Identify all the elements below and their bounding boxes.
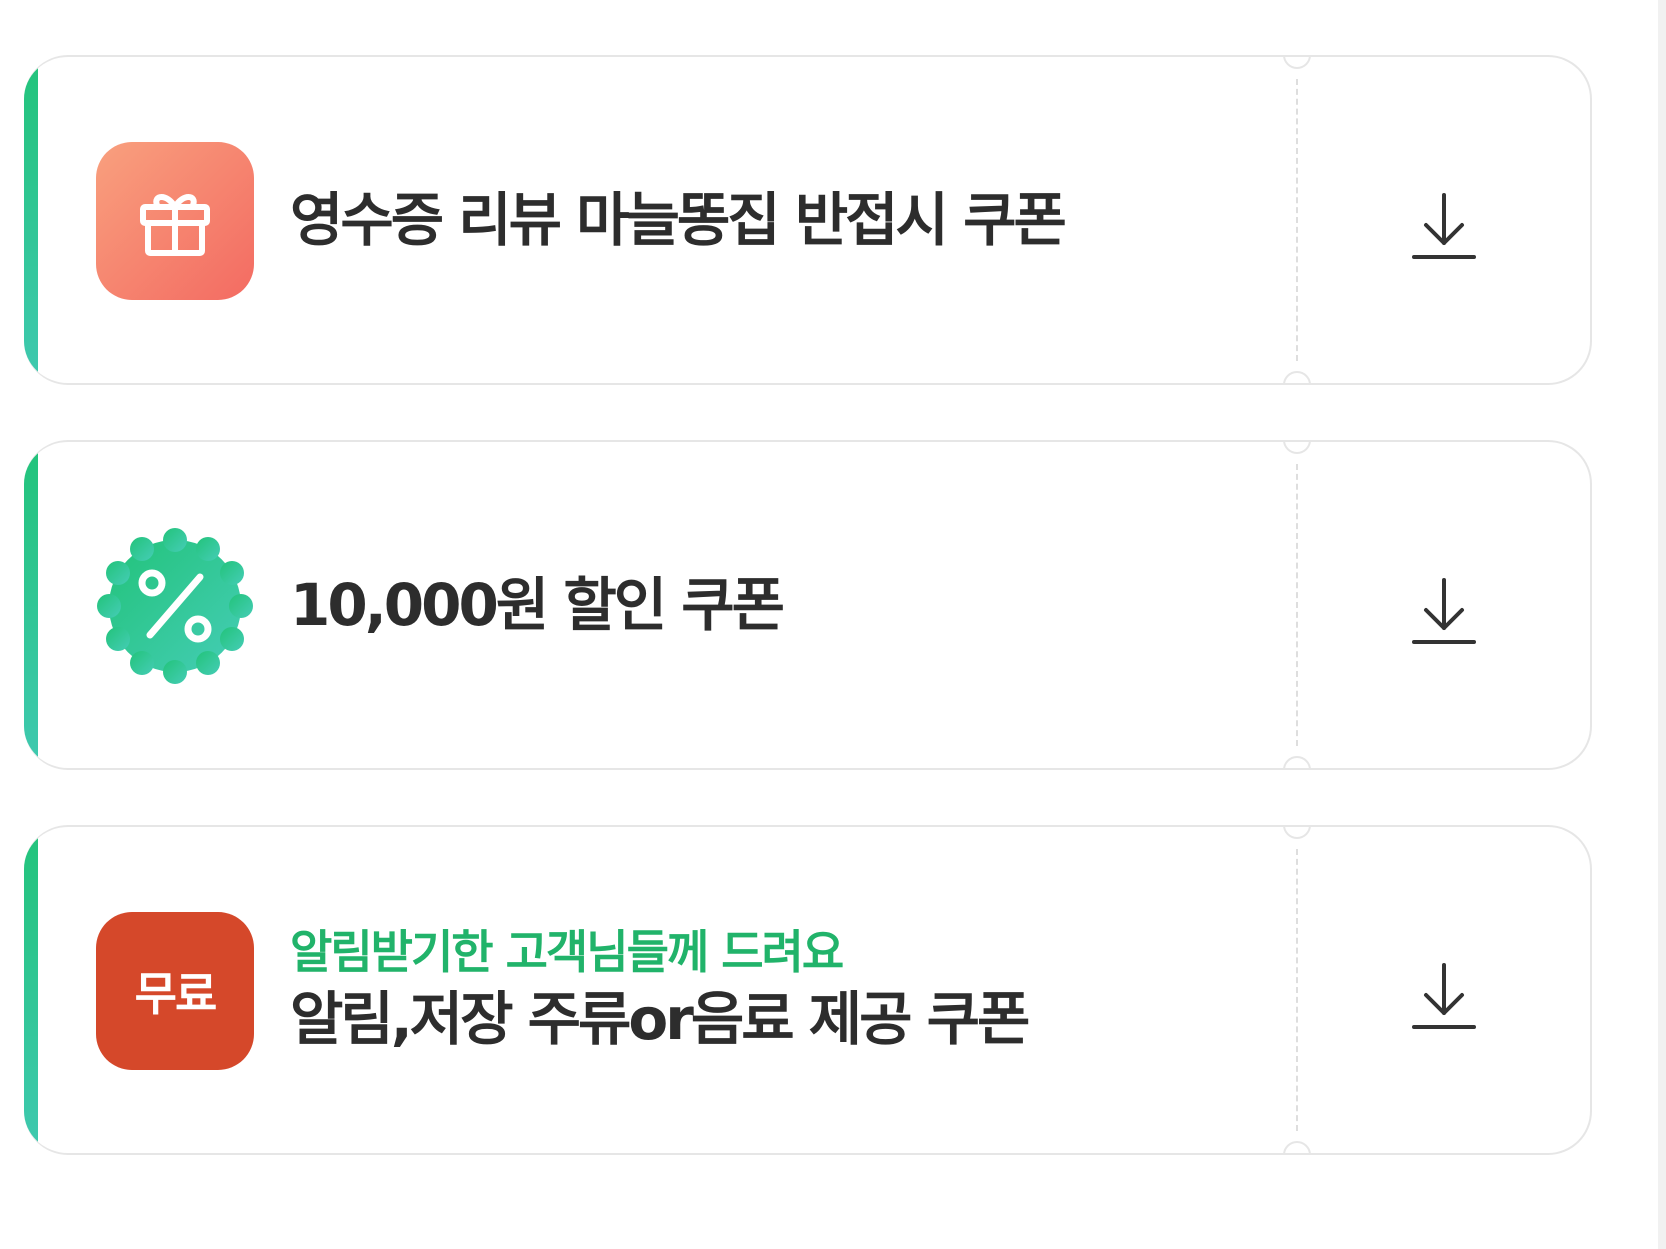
coupon-text: 알림받기한 고객님들께 드려요 알림,저장 주류or음료 제공 쿠폰 [290,827,1270,1153]
free-badge-icon: 무료 [96,912,254,1070]
ticket-notch [1283,371,1311,383]
ticket-notch [1283,442,1311,454]
coupon-card: 10,000원 할인 쿠폰 [24,440,1592,770]
ticket-notch [1283,827,1311,839]
coupon-list: 영수증 리뷰 마늘똥집 반접시 쿠폰 10,000원 할인 쿠폰 무료 알림받기… [24,55,1592,1210]
coupon-card: 무료 알림받기한 고객님들께 드려요 알림,저장 주류or음료 제공 쿠폰 [24,825,1592,1155]
gift-icon [96,142,254,300]
ticket-divider [1296,464,1298,746]
percent-badge-icon [96,527,254,685]
coupon-subtitle: 알림받기한 고객님들께 드려요 [290,925,844,980]
download-icon[interactable] [1404,187,1484,267]
ticket-notch [1283,57,1311,69]
ticket-notch [1283,756,1311,768]
coupon-title: 영수증 리뷰 마늘똥집 반접시 쿠폰 [290,185,1067,254]
ticket-divider [1296,79,1298,361]
coupon-title: 알림,저장 주류or음료 제공 쿠폰 [290,984,1030,1053]
scrollbar-track[interactable] [1658,0,1666,1249]
download-icon[interactable] [1404,572,1484,652]
ticket-divider [1296,849,1298,1131]
coupon-title: 10,000원 할인 쿠폰 [290,570,785,639]
download-icon[interactable] [1404,957,1484,1037]
coupon-accent-bar [24,827,38,1153]
coupon-text: 영수증 리뷰 마늘똥집 반접시 쿠폰 [290,57,1270,383]
coupon-accent-bar [24,57,38,383]
free-badge-label: 무료 [96,912,254,1070]
coupon-text: 10,000원 할인 쿠폰 [290,442,1270,768]
coupon-card: 영수증 리뷰 마늘똥집 반접시 쿠폰 [24,55,1592,385]
coupon-accent-bar [24,442,38,768]
ticket-notch [1283,1141,1311,1153]
